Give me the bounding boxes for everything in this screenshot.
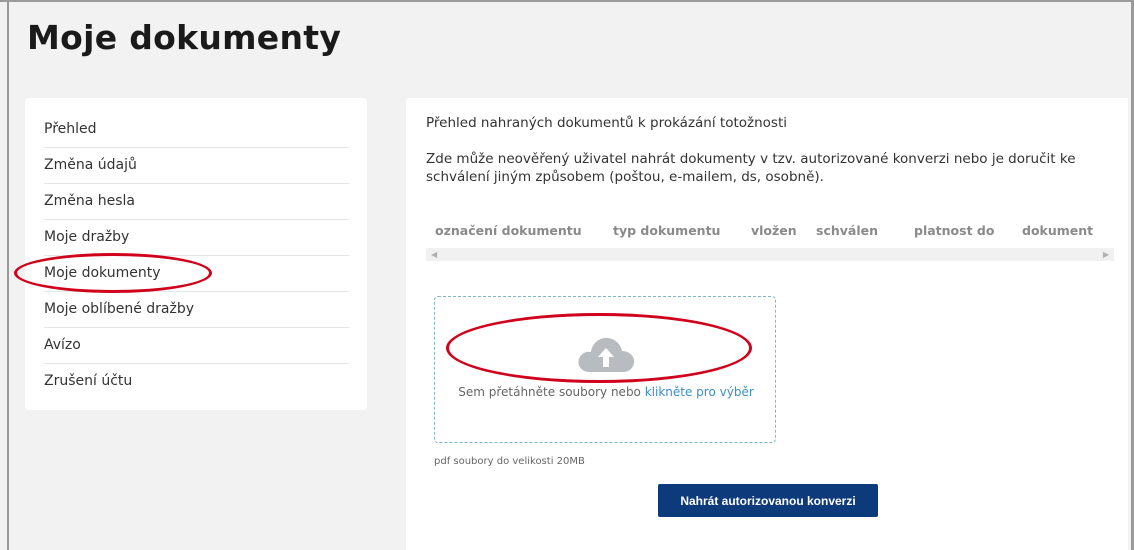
sidebar: Přehled Změna údajů Změna hesla Moje dra… bbox=[25, 98, 367, 410]
column-header-dokument[interactable]: dokument bbox=[1022, 223, 1093, 238]
scroll-left-icon[interactable]: ◀ bbox=[431, 248, 437, 261]
file-dropzone[interactable]: Sem přetáhněte soubory nebo klikněte pro… bbox=[434, 296, 776, 443]
upload-conversion-button[interactable]: Nahrát autorizovanou konverzi bbox=[658, 484, 878, 517]
file-size-hint: pdf soubory do velikosti 20MB bbox=[434, 456, 585, 467]
documents-panel: Přehled nahraných dokumentů k prokázání … bbox=[406, 98, 1128, 550]
sidebar-item-avizo[interactable]: Avízo bbox=[44, 328, 349, 364]
scroll-right-icon[interactable]: ▶ bbox=[1103, 248, 1109, 261]
sidebar-item-prehled[interactable]: Přehled bbox=[44, 112, 349, 148]
page-title: Moje dokumenty bbox=[27, 18, 342, 57]
window-frame-left bbox=[7, 0, 9, 550]
sidebar-item-moje-dokumenty[interactable]: Moje dokumenty bbox=[44, 256, 349, 292]
sidebar-item-oblibene-drazby[interactable]: Moje oblíbené dražby bbox=[44, 292, 349, 328]
column-header-schvalen[interactable]: schválen bbox=[816, 223, 878, 238]
documents-table-header: označení dokumentu typ dokumentu vložen … bbox=[426, 223, 1114, 243]
column-header-vlozen[interactable]: vložen bbox=[751, 223, 797, 238]
column-header-oznaceni[interactable]: označení dokumentu bbox=[435, 223, 582, 238]
cloud-upload-icon bbox=[578, 337, 635, 372]
sidebar-item-moje-drazby[interactable]: Moje dražby bbox=[44, 220, 349, 256]
browse-files-link[interactable]: klikněte pro výběr bbox=[645, 385, 754, 399]
description-text: Zde může neověřený uživatel nahrát dokum… bbox=[426, 151, 1076, 185]
dropzone-text: Sem přetáhněte soubory nebo klikněte pro… bbox=[435, 385, 777, 399]
window-frame-top bbox=[0, 0, 1134, 2]
sidebar-item-zmena-hesla[interactable]: Změna hesla bbox=[44, 184, 349, 220]
sidebar-item-zmena-udaju[interactable]: Změna údajů bbox=[44, 148, 349, 184]
intro-text: Přehled nahraných dokumentů k prokázání … bbox=[426, 115, 787, 131]
column-header-typ[interactable]: typ dokumentu bbox=[613, 223, 720, 238]
sidebar-menu: Přehled Změna údajů Změna hesla Moje dra… bbox=[25, 98, 367, 399]
table-horizontal-scrollbar[interactable]: ◀ ▶ bbox=[426, 248, 1114, 261]
column-header-platnost[interactable]: platnost do bbox=[914, 223, 994, 238]
dropzone-instruction: Sem přetáhněte soubory nebo bbox=[458, 385, 645, 399]
sidebar-item-zruseni-uctu[interactable]: Zrušení účtu bbox=[44, 364, 349, 399]
